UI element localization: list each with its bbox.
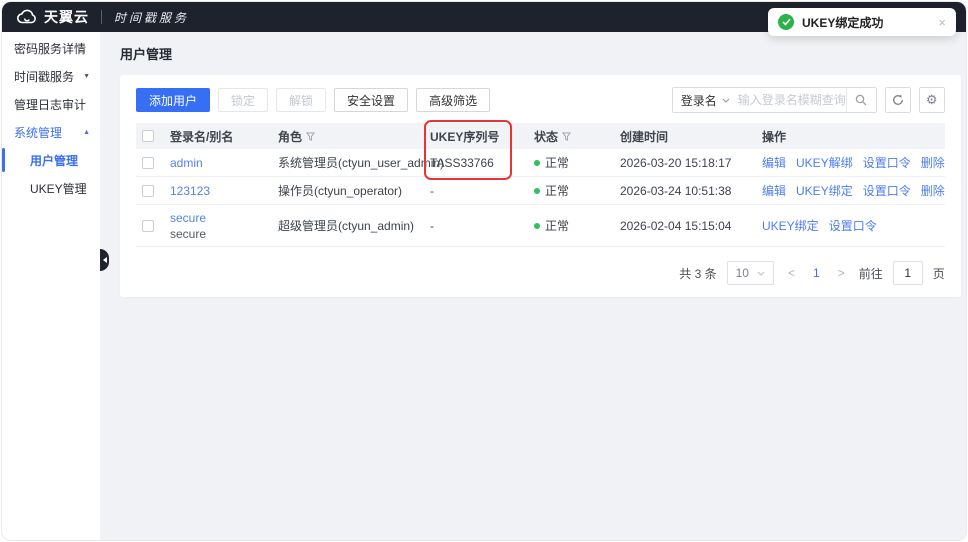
prev-page-button[interactable]: < [784, 266, 799, 280]
unlock-button[interactable]: 解锁 [276, 88, 327, 112]
login-link[interactable]: 123123 [170, 184, 210, 198]
page-title: 用户管理 [120, 47, 173, 62]
sidebar: 密码服务详情 时间戳服务 ▼ 管理日志审计 系统管理 ▲ 用户管理 UKEY管理 [2, 32, 100, 540]
created-text: 2026-03-24 10:51:38 [620, 183, 732, 198]
ukey-text: TASS33766 [430, 155, 494, 170]
goto-page-input[interactable] [892, 261, 923, 285]
lock-button[interactable]: 锁定 [218, 88, 269, 112]
filter-icon[interactable] [562, 131, 572, 141]
search-input[interactable] [737, 88, 846, 112]
sidebar-item-log-audit[interactable]: 管理日志审计 [2, 90, 100, 118]
action-set-password[interactable]: 设置口令 [829, 217, 877, 234]
login-link[interactable]: secure [170, 211, 206, 225]
toolbar-right: 登录名 输入登录名模糊查询 ⚙ [671, 87, 945, 113]
gear-icon: ⚙ [925, 92, 938, 107]
status-text: 正常 [545, 184, 570, 198]
goto-label: 前往 [858, 266, 883, 281]
chevron-down-icon [757, 271, 765, 276]
toolbar: 添加用户 锁定 解锁 安全设置 高级筛选 登录名 输入登录名模糊查询 ⚙ [136, 87, 945, 113]
alias-text: secure [170, 226, 207, 241]
header-role: 角色 [278, 128, 430, 145]
sidebar-item-password-service-details[interactable]: 密码服务详情 [2, 34, 100, 62]
header-status: 状态 [534, 128, 620, 145]
status-dot [534, 187, 540, 194]
sidebar-item-timestamp-service[interactable]: 时间戳服务 ▼ [2, 62, 100, 90]
search-icon [855, 94, 867, 106]
brand-name: 天翼云 [44, 9, 89, 25]
status-text: 正常 [545, 219, 570, 233]
page-unit: 页 [932, 266, 945, 281]
filter-icon[interactable] [306, 131, 316, 141]
brand-logo: 天翼云 [16, 7, 89, 27]
chevron-down-icon: ▼ [83, 72, 90, 80]
created-text: 2026-03-20 15:18:17 [620, 155, 732, 170]
next-page-button[interactable]: > [834, 266, 849, 280]
add-user-button[interactable]: 添加用户 [136, 88, 211, 112]
topbar-divider [101, 10, 102, 24]
status-text: 正常 [545, 156, 570, 170]
ukey-text: - [430, 218, 434, 233]
table-row: secure secure 超级管理员(ctyun_admin) - 正常 20… [136, 205, 945, 247]
security-settings-button[interactable]: 安全设置 [334, 88, 409, 112]
page-number[interactable]: 1 [809, 266, 824, 280]
action-edit[interactable]: 编辑 [762, 154, 786, 171]
settings-button[interactable]: ⚙ [918, 87, 945, 113]
toast-close-button[interactable]: × [938, 16, 946, 29]
chevron-down-icon [722, 98, 730, 103]
role-text: 系统管理员(ctyun_user_admin) [278, 156, 445, 170]
action-delete[interactable]: 删除 [921, 182, 945, 199]
sidebar-item-system-management[interactable]: 系统管理 ▲ [2, 118, 100, 146]
action-set-password[interactable]: 设置口令 [863, 182, 911, 199]
main-content: 用户管理 添加用户 锁定 解锁 安全设置 高级筛选 登录名 输入登录名模糊查询 … [100, 32, 966, 540]
user-table: 登录名/别名 角色 UKEY序列号 状态 创建时间 操作 admin 系统管理员… [136, 120, 945, 247]
page-size-select[interactable]: 10 [726, 261, 774, 285]
pagination: 共 3 条 10 < 1 > 前往 页 [136, 261, 945, 285]
created-text: 2026-02-04 15:15:04 [620, 218, 732, 233]
role-text: 操作员(ctyun_operator) [278, 184, 403, 198]
success-icon [778, 14, 794, 30]
header-created: 创建时间 [620, 129, 669, 144]
login-link[interactable]: admin [170, 156, 203, 170]
cloud-logo-icon [16, 9, 38, 25]
row-checkbox[interactable] [142, 219, 154, 232]
table-row: admin 系统管理员(ctyun_user_admin) TASS33766 … [136, 149, 945, 177]
status-dot [534, 222, 540, 229]
chevron-up-icon: ▲ [83, 128, 90, 136]
action-set-password[interactable]: 设置口令 [863, 154, 911, 171]
product-name: 时间戳服务 [114, 10, 190, 25]
action-ukey-bind[interactable]: UKEY绑定 [796, 182, 853, 199]
toast-message: UKEY绑定成功 [802, 15, 884, 30]
sidebar-item-user-management[interactable]: 用户管理 [2, 146, 100, 174]
action-delete[interactable]: 删除 [921, 154, 945, 171]
table-header-row: 登录名/别名 角色 UKEY序列号 状态 创建时间 操作 [136, 123, 945, 149]
row-checkbox[interactable] [142, 156, 154, 169]
user-table-card: 添加用户 锁定 解锁 安全设置 高级筛选 登录名 输入登录名模糊查询 ⚙ 登录名… [120, 75, 961, 297]
sidebar-item-ukey-management[interactable]: UKEY管理 [2, 174, 100, 202]
ukey-text: - [430, 183, 434, 198]
status-dot [534, 159, 540, 166]
action-ukey-bind[interactable]: UKEY绑定 [762, 217, 819, 234]
chevron-left-icon [102, 257, 107, 263]
search-button[interactable] [845, 88, 876, 112]
header-actions: 操作 [762, 129, 787, 144]
refresh-icon [892, 94, 903, 105]
app-window: 天翼云 时间戳服务 UKEY绑定成功 × 密码服务详情 时间戳服务 ▼ 管理日志… [1, 1, 967, 541]
action-edit[interactable]: 编辑 [762, 182, 786, 199]
header-login: 登录名/别名 [170, 129, 234, 144]
search-category-select[interactable]: 登录名 [673, 92, 738, 109]
advanced-filter-button[interactable]: 高级筛选 [416, 88, 491, 112]
row-checkbox[interactable] [142, 184, 154, 197]
header-ukey: UKEY序列号 [430, 129, 500, 144]
role-text: 超级管理员(ctyun_admin) [278, 219, 415, 233]
refresh-button[interactable] [884, 87, 911, 113]
table-row: 123123 操作员(ctyun_operator) - 正常 2026-03-… [136, 177, 945, 205]
toast-success: UKEY绑定成功 × [768, 8, 956, 36]
search-group: 登录名 [671, 87, 877, 113]
select-all-checkbox[interactable] [142, 130, 154, 142]
total-count: 共 3 条 [679, 266, 717, 281]
action-ukey-unbind[interactable]: UKEY解绑 [796, 154, 853, 171]
